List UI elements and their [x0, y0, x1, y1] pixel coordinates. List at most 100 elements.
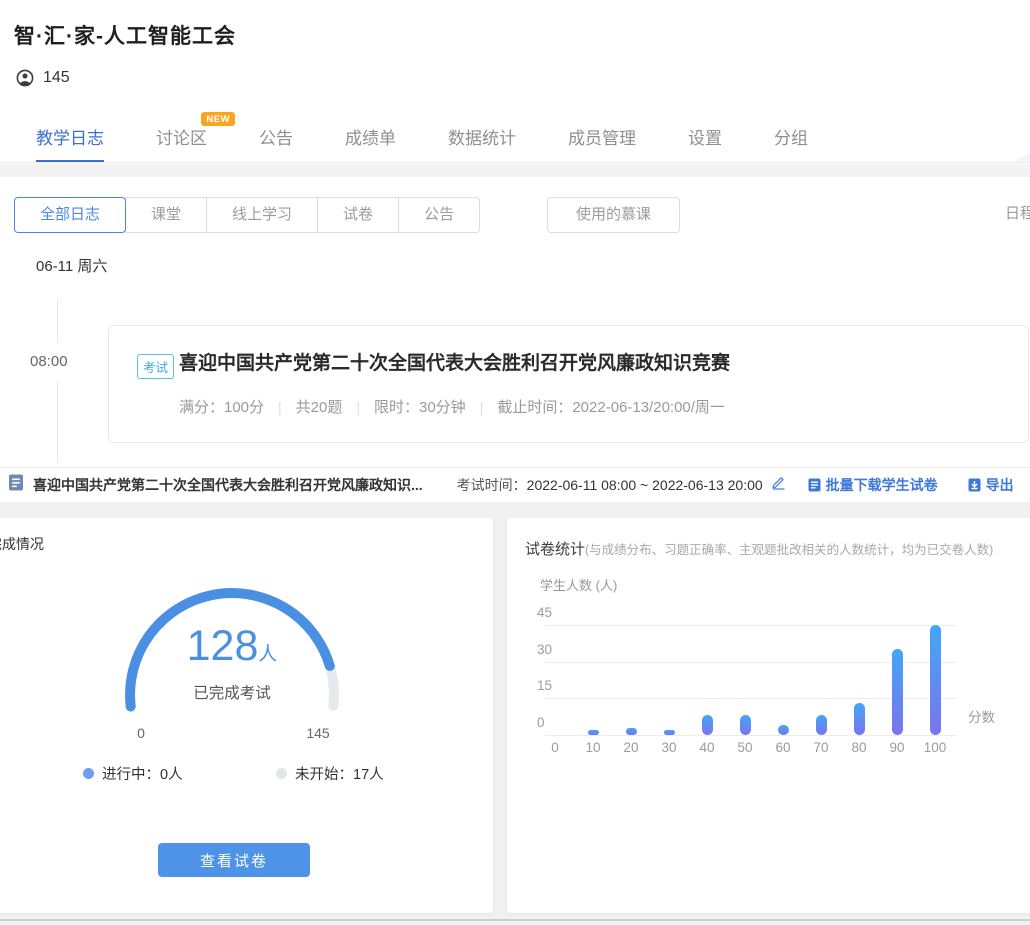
meta-item: 截止时间：2022-06-13/20:00/周一 [497, 396, 725, 417]
tab-label: 分组 [774, 124, 808, 149]
score-bar-60 [778, 725, 789, 735]
exam-name: 喜迎中国共产党第二十次全国代表大会胜利召开党风廉政知识... [33, 475, 423, 495]
section-gap [0, 164, 1030, 177]
legend-dot [83, 768, 94, 779]
view-papers-button[interactable]: 查看试卷 [158, 843, 310, 877]
batch-download-label: 批量下载学生试卷 [826, 475, 938, 495]
nav-tabs: 教学日志 讨论区NEW 公告 成绩单 数据统计 成员管理 设置 分组 [36, 110, 860, 163]
gridline [545, 625, 957, 626]
completion-panel: 完成情况 128人 已完成考试 0 145 进行中：0人 未开始：17人 查看试… [0, 518, 493, 913]
bottom-divider [0, 919, 1030, 921]
edit-time-icon[interactable] [771, 475, 786, 495]
tab-公告[interactable]: 公告 [259, 110, 293, 163]
page-title: 智·汇·家-人工智能工会 [14, 20, 236, 50]
score-bar-10 [588, 730, 599, 735]
tab-label: 数据统计 [448, 124, 516, 149]
xtick-label: 80 [842, 740, 876, 755]
tab-label: 成员管理 [568, 124, 636, 149]
xtick-label: 90 [880, 740, 914, 755]
xtick-label: 10 [576, 740, 610, 755]
ytick-label: 45 [537, 605, 552, 620]
exam-log-card[interactable]: 考试 喜迎中国共产党第二十次全国代表大会胜利召开党风廉政知识竞赛 满分：100分… [108, 325, 1029, 443]
exam-file-icon [8, 474, 24, 496]
xtick-label: 100 [918, 740, 952, 755]
log-time: 08:00 [30, 353, 68, 370]
member-count: 145 [43, 69, 70, 87]
exam-time-label: 考试时间： [457, 477, 527, 493]
batch-download-link[interactable]: 批量下载学生试卷 [808, 475, 938, 495]
tab-label: 讨论区 [156, 124, 207, 149]
score-bar-50 [740, 715, 751, 735]
legend-in-progress: 进行中：0人 [83, 763, 183, 784]
xtick-label: 30 [652, 740, 686, 755]
tab-讨论区[interactable]: 讨论区NEW [156, 110, 207, 163]
ytick-label: 15 [537, 678, 552, 693]
xtick-label: 50 [728, 740, 762, 755]
timeline-line [57, 300, 58, 342]
filter-试卷[interactable]: 试卷 [317, 197, 399, 233]
exam-type-badge: 考试 [137, 354, 174, 379]
legend-dot [276, 768, 287, 779]
xtick-label: 60 [766, 740, 800, 755]
exam-card-title: 喜迎中国共产党第二十次全国代表大会胜利召开党风廉政知识竞赛 [179, 348, 730, 375]
log-date: 06-11 周六 [36, 255, 107, 276]
xtick-label: 70 [804, 740, 838, 755]
download-doc-icon [808, 478, 821, 492]
meta-separator: | [356, 399, 360, 415]
member-count-row: 145 [16, 69, 70, 87]
tab-分组[interactable]: 分组 [774, 110, 808, 163]
completed-count: 128人 [120, 622, 344, 671]
log-filter-group: 全部日志课堂线上学习试卷公告 [14, 197, 480, 233]
meta-item: 满分：100分 [179, 396, 264, 417]
completion-title: 完成情况 [0, 534, 44, 554]
score-bar-70 [816, 715, 827, 735]
export-label: 导出 [986, 475, 1014, 495]
score-bar-40 [702, 715, 713, 735]
export-link[interactable]: 导出 [968, 475, 1014, 495]
filter-课堂[interactable]: 课堂 [125, 197, 207, 233]
tab-设置[interactable]: 设置 [688, 110, 722, 163]
filter-线上学习[interactable]: 线上学习 [206, 197, 318, 233]
main-tabbar: 教学日志 讨论区NEW 公告 成绩单 数据统计 成员管理 设置 分组 [0, 110, 1030, 163]
legend-label: 未开始：17人 [295, 763, 384, 784]
used-mooc-button[interactable]: 使用的慕课 [547, 197, 680, 233]
score-bar-30 [664, 730, 675, 735]
exam-summary-row: 喜迎中国共产党第二十次全国代表大会胜利召开党风廉政知识... 考试时间：2022… [0, 468, 1030, 502]
stats-panel: 试卷统计(与成绩分布、习题正确率、主观题批改相关的人数统计，均为已交卷人数) 学… [507, 518, 1030, 913]
tab-成员管理[interactable]: 成员管理 [568, 110, 636, 163]
schedule-toggle[interactable]: 日程 [1005, 202, 1030, 223]
tab-label: 成绩单 [345, 124, 396, 149]
ytick-label: 30 [537, 642, 552, 657]
xaxis-name: 分数 [968, 706, 995, 726]
gauge-min-label: 0 [128, 725, 154, 741]
meta-item: 共20题 [296, 396, 343, 417]
legend-not-started: 未开始：17人 [276, 763, 384, 784]
timeline-line [57, 382, 58, 462]
xtick-label: 40 [690, 740, 724, 755]
new-badge: NEW [201, 112, 235, 126]
score-bar-100 [930, 625, 941, 735]
xtick-label: 0 [538, 740, 572, 755]
tab-label: 设置 [688, 124, 722, 149]
export-icon [968, 478, 981, 492]
meta-separator: | [480, 399, 484, 415]
filter-全部日志[interactable]: 全部日志 [14, 197, 126, 233]
filter-公告[interactable]: 公告 [398, 197, 480, 233]
meta-separator: | [278, 399, 282, 415]
tab-label: 教学日志 [36, 124, 104, 149]
exam-card-meta: 满分：100分 | 共20题 | 限时：30分钟 | 截止时间：2022-06-13/20:… [179, 396, 725, 417]
completed-caption: 已完成考试 [120, 681, 344, 703]
gauge-max-label: 145 [298, 725, 338, 741]
tab-数据统计[interactable]: 数据统计 [448, 110, 516, 163]
ytick-label: 0 [537, 715, 545, 730]
exam-time: 考试时间：2022-06-11 08:00 ~ 2022-06-13 20:00 [457, 475, 763, 495]
score-distribution-chart: 0 15 30 45 0 10 20 30 40 50 60 70 80 90 100 [507, 518, 1030, 913]
score-bar-20 [626, 728, 637, 735]
xtick-label: 20 [614, 740, 648, 755]
legend-label: 进行中：0人 [102, 763, 183, 784]
meta-item: 限时：30分钟 [374, 396, 466, 417]
tab-教学日志[interactable]: 教学日志 [36, 110, 104, 163]
tab-成绩单[interactable]: 成绩单 [345, 110, 396, 163]
decorative-wave [930, 124, 1030, 163]
score-bar-90 [892, 649, 903, 735]
